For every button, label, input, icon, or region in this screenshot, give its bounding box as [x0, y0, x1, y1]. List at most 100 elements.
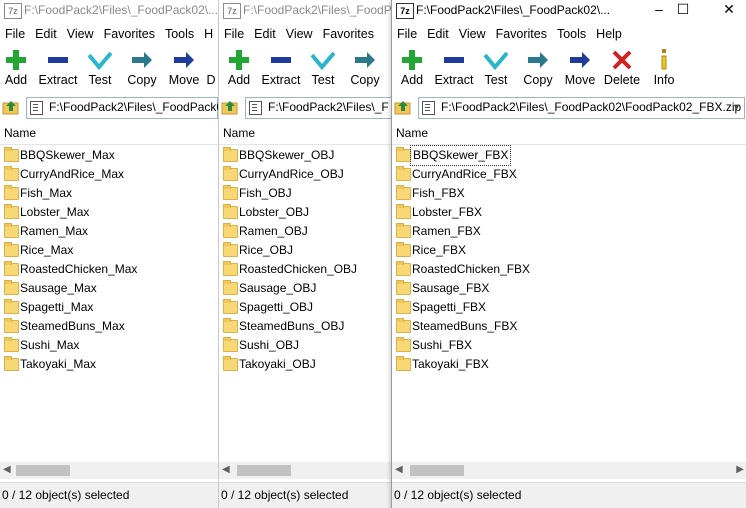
list-item[interactable]: Ramen_FBX [392, 222, 746, 241]
delete-button[interactable]: D [196, 48, 218, 88]
list-item[interactable]: Spagetti_Max [0, 298, 218, 317]
menu-help[interactable]: H [199, 24, 218, 44]
delete-button[interactable]: Delete [600, 48, 644, 88]
list-item[interactable]: Sausage_Max [0, 279, 218, 298]
list-item[interactable]: Fish_Max [0, 184, 218, 203]
scroll-thumb[interactable] [16, 465, 70, 476]
list-item[interactable]: CurryAndRice_OBJ [219, 165, 392, 184]
list-item[interactable]: RoastedChicken_Max [0, 260, 218, 279]
address-bar: F:\FoodPack2\Files\_FoodPack0 [0, 96, 218, 119]
menu-file[interactable]: File [0, 24, 30, 44]
horizontal-scrollbar[interactable]: ◀ [219, 462, 392, 479]
menu-view[interactable]: View [454, 24, 491, 44]
menu-favorites[interactable]: Favorites [99, 24, 160, 44]
column-header-name[interactable]: Name [219, 122, 392, 145]
scroll-left-icon[interactable]: ◀ [222, 464, 230, 475]
menu-view[interactable]: View [62, 24, 99, 44]
list-item[interactable]: SteamedBuns_OBJ [219, 317, 392, 336]
list-item[interactable]: Takoyaki_OBJ [219, 355, 392, 374]
menu-file[interactable]: File [392, 24, 422, 44]
close-button[interactable]: ✕ [711, 0, 746, 20]
folder-up-icon[interactable] [221, 98, 239, 116]
test-button[interactable]: Test [301, 48, 345, 88]
column-header-name[interactable]: Name [0, 122, 218, 145]
list-item[interactable]: Fish_FBX [392, 184, 746, 203]
menu-edit[interactable]: Edit [249, 24, 281, 44]
add-button[interactable]: Add [392, 48, 434, 88]
menu-tools[interactable]: Tools [552, 24, 591, 44]
list-item[interactable]: Fish_OBJ [219, 184, 392, 203]
list-item[interactable]: Sushi_OBJ [219, 336, 392, 355]
copy-button[interactable]: Copy [120, 48, 164, 88]
list-item[interactable]: SteamedBuns_FBX [392, 317, 746, 336]
list-item[interactable]: Lobster_FBX [392, 203, 746, 222]
path-field[interactable]: F:\FoodPack2\Files\_F [245, 97, 392, 119]
move-button[interactable]: Move [558, 48, 602, 88]
menu-edit[interactable]: Edit [422, 24, 454, 44]
list-item[interactable]: RoastedChicken_OBJ [219, 260, 392, 279]
title-bar[interactable]: 7z F:\FoodPack2\Files\_FoodPack02\... – … [392, 0, 746, 22]
title-bar[interactable]: 7z F:\FoodPack2\Files\_FoodPack02\... [0, 0, 218, 22]
folder-up-icon[interactable] [394, 98, 412, 116]
window-fbx[interactable]: 7z F:\FoodPack2\Files\_FoodPack02\... – … [391, 0, 746, 508]
menu-view[interactable]: View [281, 24, 318, 44]
list-item[interactable]: RoastedChicken_FBX [392, 260, 746, 279]
list-item[interactable]: Sushi_FBX [392, 336, 746, 355]
list-item[interactable]: CurryAndRice_FBX [392, 165, 746, 184]
list-item[interactable]: Sausage_OBJ [219, 279, 392, 298]
scroll-left-icon[interactable]: ◀ [395, 464, 403, 475]
list-item[interactable]: CurryAndRice_Max [0, 165, 218, 184]
list-item[interactable]: Sausage_FBX [392, 279, 746, 298]
menu-favorites[interactable]: Favorites [318, 24, 379, 44]
status-text: 0 / 12 object(s) selected [221, 488, 349, 502]
list-item[interactable]: Rice_Max [0, 241, 218, 260]
maximize-button[interactable]: ☐ [665, 0, 701, 20]
column-name-label: Name [4, 126, 37, 140]
scroll-left-icon[interactable]: ◀ [3, 464, 11, 475]
menu-tools[interactable]: Tools [160, 24, 199, 44]
window-obj[interactable]: 7z F:\FoodPack2\Files\_FoodPa File Edit Vi… [218, 0, 392, 508]
title-bar[interactable]: 7z F:\FoodPack2\Files\_FoodPa [219, 0, 392, 22]
list-item[interactable]: Rice_OBJ [219, 241, 392, 260]
list-item[interactable]: Takoyaki_Max [0, 355, 218, 374]
menu-help[interactable]: Help [591, 24, 627, 44]
list-item[interactable]: Lobster_OBJ [219, 203, 392, 222]
extract-button[interactable]: Extract [36, 48, 80, 88]
scroll-right-icon[interactable]: ▶ [736, 464, 744, 475]
extract-button[interactable]: Extract [259, 48, 303, 88]
list-item[interactable]: Takoyaki_FBX [392, 355, 746, 374]
window-max[interactable]: 7z F:\FoodPack2\Files\_FoodPack02\... Fi… [0, 0, 218, 508]
list-item[interactable]: Ramen_Max [0, 222, 218, 241]
column-header-name[interactable]: Name [392, 122, 746, 145]
add-button[interactable]: Add [0, 48, 38, 88]
list-item[interactable]: SteamedBuns_Max [0, 317, 218, 336]
menu-file[interactable]: File [219, 24, 249, 44]
info-button[interactable]: Info [642, 48, 686, 88]
list-item[interactable]: Rice_FBX [392, 241, 746, 260]
test-button[interactable]: Test [474, 48, 518, 88]
test-button[interactable]: Test [78, 48, 122, 88]
list-item[interactable]: BBQSkewer_FBX [392, 145, 746, 166]
menu-edit[interactable]: Edit [30, 24, 62, 44]
scroll-thumb[interactable] [410, 465, 464, 476]
add-button[interactable]: Add [219, 48, 261, 88]
toolbar: Add Extract Test Copy [219, 48, 392, 92]
extract-button[interactable]: Extract [432, 48, 476, 88]
horizontal-scrollbar[interactable]: ◀ ▶ [392, 462, 746, 479]
horizontal-scrollbar[interactable]: ◀ [0, 462, 218, 479]
copy-button[interactable]: Copy [516, 48, 560, 88]
list-item[interactable]: Spagetti_FBX [392, 298, 746, 317]
path-field[interactable]: F:\FoodPack2\Files\_FoodPack0 [26, 97, 218, 119]
menu-favorites[interactable]: Favorites [491, 24, 552, 44]
list-item[interactable]: Lobster_Max [0, 203, 218, 222]
list-item[interactable]: BBQSkewer_Max [0, 146, 218, 165]
folder-up-icon[interactable] [2, 98, 20, 116]
list-item[interactable]: Ramen_OBJ [219, 222, 392, 241]
path-field[interactable]: F:\FoodPack2\Files\_FoodPack02\FoodPack0… [418, 97, 745, 119]
scroll-thumb[interactable] [237, 465, 291, 476]
copy-button[interactable]: Copy [343, 48, 387, 88]
list-item[interactable]: BBQSkewer_OBJ [219, 146, 392, 165]
chevron-down-icon[interactable]: ▼ [732, 102, 741, 112]
list-item[interactable]: Spagetti_OBJ [219, 298, 392, 317]
list-item[interactable]: Sushi_Max [0, 336, 218, 355]
